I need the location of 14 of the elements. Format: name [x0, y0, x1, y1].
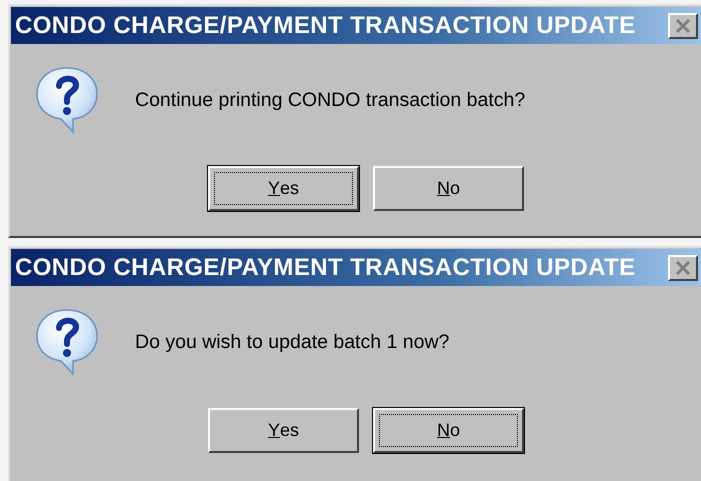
close-button[interactable]	[668, 12, 698, 38]
close-icon	[674, 18, 691, 32]
close-button[interactable]	[668, 254, 698, 280]
dialog-button[interactable]: Yes	[208, 408, 359, 453]
question-icon	[35, 308, 99, 376]
dialog-button[interactable]: Yes	[208, 166, 359, 211]
message-text: Continue printing CONDO transaction batch?	[135, 88, 526, 112]
dialog-button[interactable]: No	[373, 166, 524, 211]
question-icon	[35, 66, 99, 134]
close-icon	[674, 260, 691, 274]
window-title: CONDO CHARGE/PAYMENT TRANSACTION UPDATE	[15, 12, 636, 40]
message-text: Do you wish to update batch 1 now?	[135, 330, 450, 354]
window-title: CONDO CHARGE/PAYMENT TRANSACTION UPDATE	[15, 254, 636, 282]
dialog-button[interactable]: No	[373, 408, 524, 453]
